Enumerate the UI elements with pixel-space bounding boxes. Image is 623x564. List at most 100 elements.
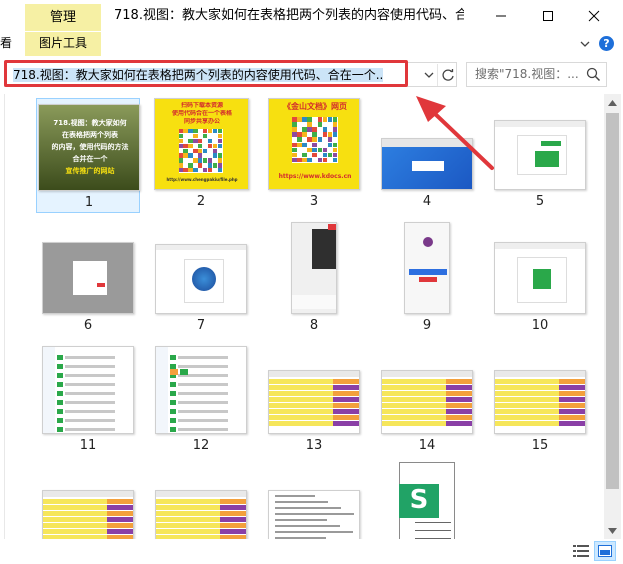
tab-view[interactable]: 看 (0, 32, 12, 56)
chevron-down-icon (424, 72, 434, 78)
qr-module (297, 137, 302, 143)
thumbnail-image: 《金山文档》网页 https://www.kdocs.cn (268, 98, 360, 190)
address-dropdown-button[interactable] (421, 67, 437, 83)
qr-module (217, 153, 222, 158)
details-view-button[interactable] (571, 542, 591, 560)
file-item[interactable] (262, 462, 366, 539)
sheet-row-highlight (220, 517, 246, 522)
file-item[interactable]: 11 (36, 342, 140, 457)
qr-module (327, 137, 333, 143)
list-item-icon (170, 391, 176, 396)
thumbnail-image (381, 138, 473, 190)
thumbnail-frame (375, 342, 479, 434)
file-item[interactable]: 718.视图：教大家如何 在表格把两个列表 的内容，使用代码的方法 合并在一个 宣传推广… (36, 98, 140, 213)
file-item[interactable]: 14 (375, 342, 479, 457)
qr-module (183, 143, 188, 149)
file-item[interactable]: 8 (262, 222, 366, 337)
qr-module (178, 168, 183, 173)
qr-module (202, 158, 208, 163)
sheet-row (495, 385, 560, 390)
thumbnail-frame (36, 222, 140, 314)
sheet-row (269, 403, 334, 408)
search-icon[interactable] (586, 67, 601, 82)
list-item-text (178, 410, 228, 413)
sheet-row-highlight (220, 529, 246, 534)
thumbnail-image (155, 490, 247, 539)
sheet-row-highlight (333, 385, 359, 390)
qr-module (322, 127, 328, 132)
close-button[interactable] (571, 0, 617, 32)
refresh-button[interactable] (437, 64, 457, 86)
qr-module (198, 153, 203, 158)
qr-caption-line: http://www.chengpakiu/file.php (166, 177, 238, 182)
qr-module (188, 143, 193, 149)
tab-picture-tools[interactable]: 图片工具 (25, 32, 101, 56)
file-name-label: 5 (535, 194, 545, 209)
sheet-row (382, 409, 447, 414)
vertical-scrollbar[interactable] (604, 94, 621, 539)
sheet-row-highlight (559, 385, 585, 390)
file-item[interactable] (36, 462, 140, 539)
large-icons-view-icon (598, 545, 612, 557)
list-item-text (178, 356, 228, 359)
maximize-button[interactable] (525, 0, 571, 32)
thumbnail-image (291, 222, 337, 314)
file-item[interactable]: 6 (36, 222, 140, 337)
thumbnail-frame (262, 342, 366, 434)
file-item[interactable] (149, 462, 253, 539)
list-item-icon (57, 373, 63, 378)
qr-module (322, 147, 328, 153)
qr-module (178, 143, 183, 149)
sheet-row-highlight (107, 523, 133, 528)
scroll-up-button[interactable] (604, 94, 621, 111)
qr-module (302, 127, 307, 132)
file-name-label: 12 (192, 438, 210, 453)
sheet-toolbar (382, 371, 472, 377)
sheet-row-highlight (446, 397, 472, 402)
file-item[interactable]: 《金山文档》网页 https://www.kdocs.cn 3 (262, 98, 366, 213)
qr-module (212, 153, 218, 158)
file-item[interactable]: 10 (488, 222, 592, 337)
qr-module (188, 129, 193, 134)
list-item-icon (57, 427, 63, 432)
qr-module (212, 129, 218, 134)
qr-module (198, 158, 203, 163)
login-highlight (419, 277, 437, 282)
large-icons-view-button[interactable] (594, 541, 616, 561)
tab-manage[interactable]: 管理 (25, 4, 101, 31)
qr-module (307, 122, 312, 127)
qr-module (297, 142, 302, 148)
sheet-row (495, 421, 560, 426)
qr-module (302, 157, 307, 163)
search-input[interactable]: 搜索"718.视图：... (475, 63, 587, 86)
file-item[interactable]: 15 (488, 342, 592, 457)
file-item[interactable]: S (375, 462, 479, 539)
minimize-button[interactable] (478, 0, 524, 32)
qr-module (202, 148, 208, 153)
sheet-row (495, 379, 560, 384)
thumbnail-frame (375, 222, 479, 314)
browser-toolbar (495, 243, 585, 249)
qr-module (183, 168, 188, 173)
help-button[interactable]: ? (599, 36, 614, 51)
file-item[interactable]: 9 (375, 222, 479, 337)
scroll-down-button[interactable] (604, 522, 621, 539)
file-grid-line (415, 530, 451, 531)
doc-text-line (275, 519, 327, 521)
qr-caption-line: https://www.kdocs.cn (278, 173, 352, 180)
file-item[interactable]: 13 (262, 342, 366, 457)
file-item[interactable]: 扫码下载本资源 使用代码合在一个表格 同步共享办公 http://www.chengp… (149, 98, 253, 213)
qr-module (332, 152, 338, 158)
list-item-icon (170, 409, 176, 414)
search-box[interactable]: 搜索"718.视图：... (466, 62, 607, 87)
list-item-text (178, 383, 228, 386)
ribbon-expand-button[interactable] (577, 36, 593, 52)
scroll-thumb[interactable] (606, 113, 619, 489)
file-item[interactable]: 7 (149, 222, 253, 337)
sheet-row-highlight (446, 379, 472, 384)
sheet-row (43, 505, 108, 510)
file-item[interactable]: 5 (488, 98, 592, 213)
file-item[interactable]: 4 (375, 98, 479, 213)
file-item[interactable]: 12 (149, 342, 253, 457)
qr-module (193, 148, 198, 153)
